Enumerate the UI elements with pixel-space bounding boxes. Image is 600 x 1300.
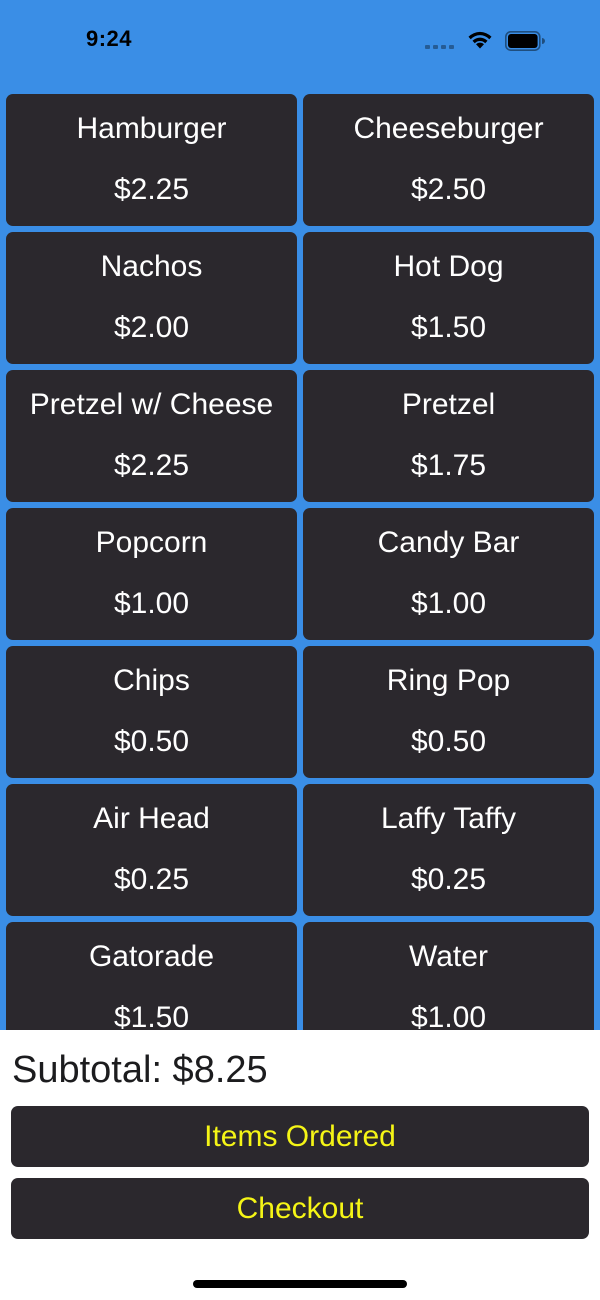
menu-item-cheeseburger[interactable]: Cheeseburger $2.50 — [303, 94, 594, 226]
menu-item-ring-pop[interactable]: Ring Pop $0.50 — [303, 646, 594, 778]
menu-item-laffy-taffy[interactable]: Laffy Taffy $0.25 — [303, 784, 594, 916]
menu-item-name: Air Head — [93, 802, 210, 835]
cellular-signal-icon — [425, 44, 457, 50]
menu-item-name: Pretzel — [401, 388, 496, 421]
menu-item-price: $0.25 — [113, 863, 190, 896]
menu-item-name: Hot Dog — [393, 250, 504, 283]
menu-item-chips[interactable]: Chips $0.50 — [6, 646, 297, 778]
menu-item-price: $0.50 — [113, 725, 190, 758]
menu-item-name: Popcorn — [95, 526, 208, 559]
home-indicator[interactable] — [193, 1280, 407, 1288]
menu-item-name: Chips — [113, 664, 190, 697]
menu-item-name: Gatorade — [88, 940, 215, 973]
menu-item-price: $1.75 — [410, 449, 487, 482]
menu-item-name: Pretzel w/ Cheese — [29, 388, 274, 421]
menu-item-price: $2.25 — [113, 173, 190, 206]
menu-item-name: Laffy Taffy — [380, 802, 517, 835]
menu-item-price: $2.50 — [410, 173, 487, 206]
menu-item-name: Hamburger — [76, 112, 227, 145]
menu-item-price: $0.50 — [410, 725, 487, 758]
menu-item-hot-dog[interactable]: Hot Dog $1.50 — [303, 232, 594, 364]
checkout-button[interactable]: Checkout — [11, 1178, 589, 1239]
menu-item-nachos[interactable]: Nachos $2.00 — [6, 232, 297, 364]
wifi-icon — [468, 31, 492, 49]
menu-item-name: Candy Bar — [377, 526, 520, 559]
status-time: 9:24 — [86, 26, 133, 51]
items-ordered-button[interactable]: Items Ordered — [11, 1106, 589, 1167]
subtotal-label: Subtotal: $8.25 — [12, 1049, 268, 1091]
menu-item-name: Water — [409, 940, 488, 973]
menu-item-price: $1.00 — [113, 587, 190, 620]
menu-item-price: $2.25 — [113, 449, 190, 482]
menu-grid: Hamburger $2.25 Cheeseburger $2.50 Nacho… — [6, 94, 594, 1054]
menu-item-name: Ring Pop — [386, 664, 511, 697]
menu-item-pretzel-with-cheese[interactable]: Pretzel w/ Cheese $2.25 — [6, 370, 297, 502]
menu-item-price: $0.25 — [410, 863, 487, 896]
menu-item-candy-bar[interactable]: Candy Bar $1.00 — [303, 508, 594, 640]
menu-item-hamburger[interactable]: Hamburger $2.25 — [6, 94, 297, 226]
battery-icon — [505, 31, 545, 51]
order-panel: Subtotal: $8.25 Items Ordered Checkout — [0, 1030, 600, 1300]
menu-item-pretzel[interactable]: Pretzel $1.75 — [303, 370, 594, 502]
menu-item-price: $1.00 — [410, 587, 487, 620]
menu-item-air-head[interactable]: Air Head $0.25 — [6, 784, 297, 916]
status-bar: 9:24 — [0, 0, 600, 80]
menu-item-name: Nachos — [100, 250, 203, 283]
menu-item-price: $1.50 — [410, 311, 487, 344]
menu-item-popcorn[interactable]: Popcorn $1.00 — [6, 508, 297, 640]
menu-item-price: $2.00 — [113, 311, 190, 344]
menu-item-name: Cheeseburger — [353, 112, 544, 145]
